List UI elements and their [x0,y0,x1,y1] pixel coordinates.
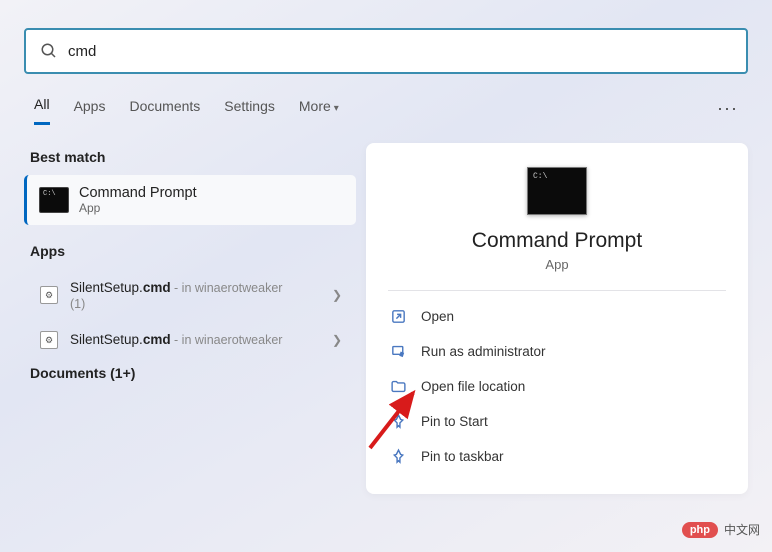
app-result-row[interactable]: ⚙ SilentSetup.cmd - in winaerotweaker (1… [24,269,356,321]
action-pin-to-taskbar[interactable]: Pin to taskbar [388,439,726,474]
folder-icon [390,378,407,395]
tab-all[interactable]: All [34,92,50,125]
cmd-file-icon: ⚙ [40,286,58,304]
best-match-title: Command Prompt [79,185,348,201]
app-result-name: SilentSetup.cmd - in winaerotweaker [70,280,282,295]
divider [388,290,726,291]
overflow-menu-button[interactable]: ··· [717,98,738,119]
section-best-match: Best match [30,149,356,165]
cmd-file-icon: ⚙ [40,331,58,349]
action-label: Open file location [421,379,525,394]
filter-tabs: All Apps Documents Settings More▾ ··· [0,92,772,125]
tab-documents[interactable]: Documents [129,94,200,124]
tab-more-label: More [299,98,331,114]
tab-settings[interactable]: Settings [224,94,275,124]
action-label: Pin to Start [421,414,488,429]
search-icon [40,42,58,60]
action-run-as-admin[interactable]: Run as administrator [388,334,726,369]
preview-subtitle: App [388,257,726,272]
app-result-name: SilentSetup.cmd - in winaerotweaker [70,332,282,347]
pin-icon [390,448,407,465]
results-column: Best match C:\ Command Prompt App Apps ⚙… [24,143,356,494]
action-open-file-location[interactable]: Open file location [388,369,726,404]
action-label: Open [421,309,454,324]
action-label: Run as administrator [421,344,546,359]
preview-app-icon: C:\ [527,167,587,215]
section-documents: Documents (1+) [30,365,356,381]
chevron-right-icon: ❯ [332,288,342,302]
open-icon [390,308,407,325]
best-match-subtitle: App [79,201,348,215]
action-open[interactable]: Open [388,299,726,334]
command-prompt-icon: C:\ [39,187,69,213]
best-match-result[interactable]: C:\ Command Prompt App [24,175,356,225]
tab-more[interactable]: More▾ [299,94,339,124]
tab-apps[interactable]: Apps [74,94,106,124]
preview-title: Command Prompt [388,229,726,253]
chevron-down-icon: ▾ [334,103,339,114]
search-bar[interactable] [24,28,748,74]
admin-icon [390,343,407,360]
preview-panel: C:\ Command Prompt App Open Run as admin… [366,143,748,494]
action-label: Pin to taskbar [421,449,504,464]
chevron-right-icon: ❯ [332,333,342,347]
section-apps: Apps [30,243,356,259]
pin-icon [390,413,407,430]
search-input[interactable] [68,43,732,60]
app-result-count: (1) [70,297,332,311]
app-result-row[interactable]: ⚙ SilentSetup.cmd - in winaerotweaker ❯ [24,321,356,359]
action-pin-to-start[interactable]: Pin to Start [388,404,726,439]
